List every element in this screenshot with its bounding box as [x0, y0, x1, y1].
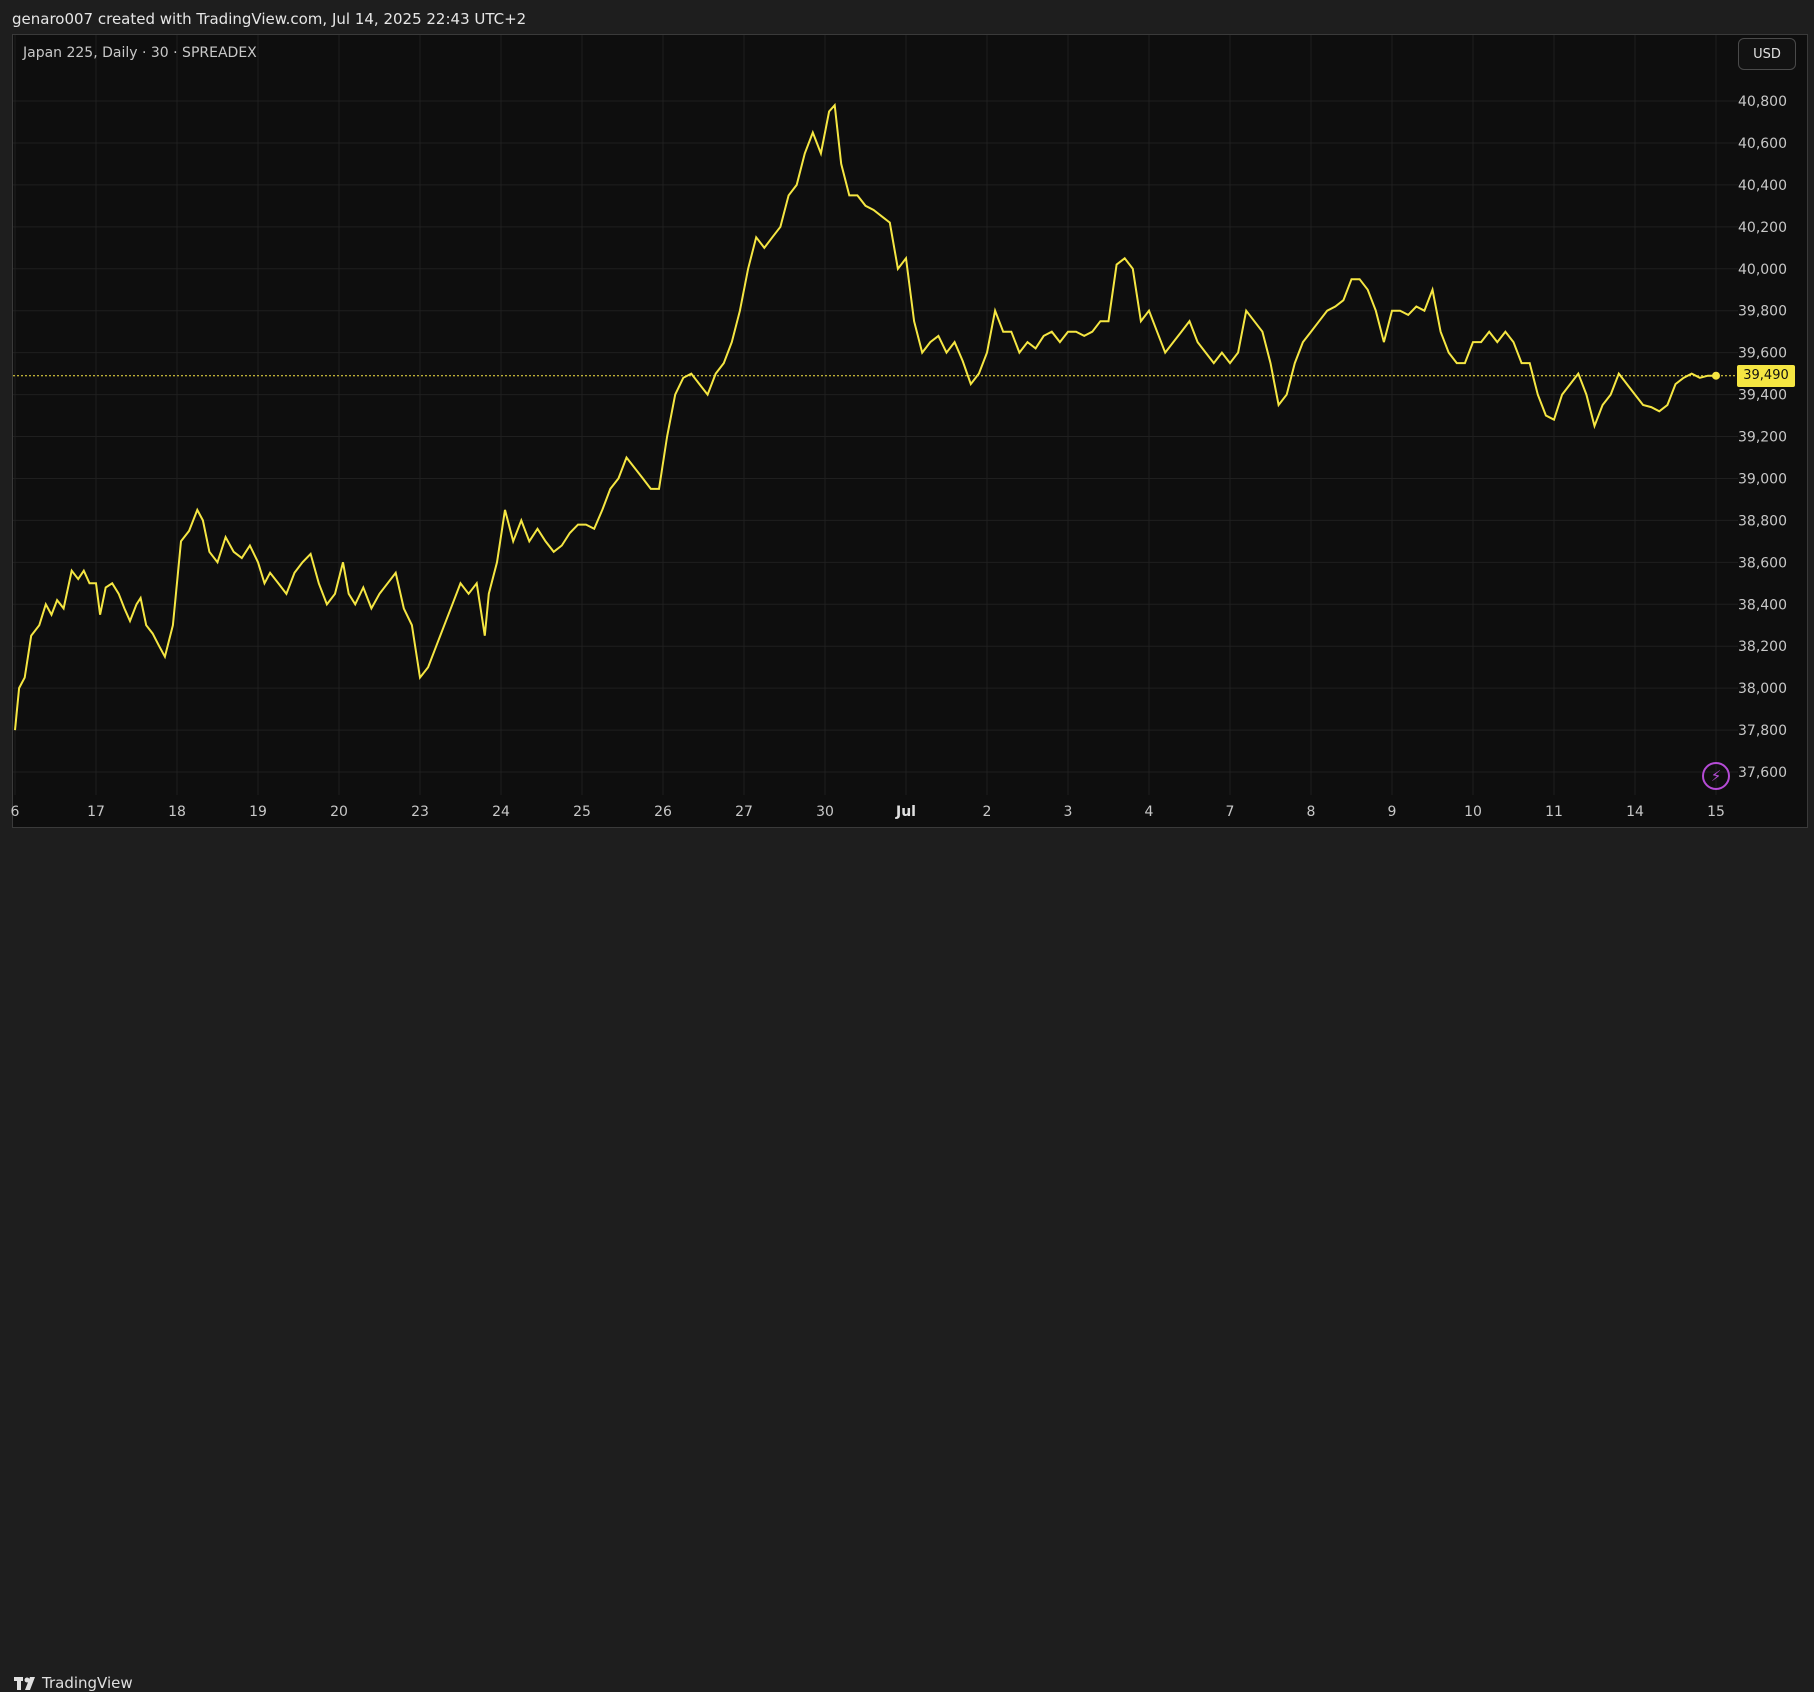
x-tick-label: 27	[735, 804, 753, 820]
price-chart[interactable]: 37,600 37,800 38,000 38,200 38,400 38,600 38,8…	[0, 0, 1814, 872]
y-tick-label: 40,400	[1738, 178, 1787, 194]
x-tick-label: 15	[1707, 804, 1725, 820]
x-tick-label: 2	[983, 804, 992, 820]
y-axis[interactable]: 37,600 37,800 38,000 38,200 38,400 38,600 38,8…	[1738, 94, 1787, 781]
footer: TradingView	[0, 832, 1814, 1692]
x-tick-label: 23	[411, 804, 429, 820]
x-tick-label: 19	[249, 804, 267, 820]
currency-button[interactable]: USD	[1738, 38, 1796, 70]
y-tick-label: 38,600	[1738, 555, 1787, 571]
y-tick-label: 39,200	[1738, 430, 1787, 446]
y-tick-label: 38,800	[1738, 513, 1787, 529]
price-series-line	[14, 102, 1716, 731]
x-tick-label: 24	[492, 804, 510, 820]
last-price-label: 39,490	[1737, 364, 1795, 387]
y-tick-label: 39,400	[1738, 388, 1787, 404]
x-tick-label: 25	[573, 804, 591, 820]
x-tick-label: 4	[1145, 804, 1154, 820]
x-tick-label: 14	[1626, 804, 1644, 820]
x-tick-label: 11	[1545, 804, 1563, 820]
y-tick-label: 37,600	[1738, 765, 1787, 781]
x-tick-label: 8	[1307, 804, 1316, 820]
y-tick-label: 40,800	[1738, 94, 1787, 110]
x-tick-label: 18	[168, 804, 186, 820]
tradingview-brand[interactable]: TradingView	[42, 1674, 133, 1692]
y-tick-label: 40,600	[1738, 136, 1787, 152]
y-tick-label: 38,400	[1738, 597, 1787, 613]
x-tick-label: 10	[1464, 804, 1482, 820]
y-tick-label: 40,200	[1738, 220, 1787, 236]
x-tick-label: 7	[1226, 804, 1235, 820]
x-tick-label: Jul	[895, 804, 916, 820]
grid-lines	[13, 35, 1738, 795]
tradingview-logo-icon	[14, 1677, 35, 1690]
lightning-bolt-icon[interactable]: ⚡	[1702, 762, 1730, 790]
x-tick-label: 30	[816, 804, 834, 820]
x-tick-label: 6	[11, 804, 20, 820]
x-tick-label: 3	[1064, 804, 1073, 820]
y-tick-label: 38,000	[1738, 681, 1787, 697]
y-tick-label: 38,200	[1738, 639, 1787, 655]
last-price-point	[1712, 371, 1720, 380]
y-tick-label: 40,000	[1738, 262, 1787, 278]
y-tick-label: 39,800	[1738, 304, 1787, 320]
x-tick-label: 9	[1388, 804, 1397, 820]
x-axis[interactable]: 6 17 18 19 20 23 24 25 26 27 30 Jul 2 3 4 7 8 9 10 11 14 15	[11, 804, 1725, 820]
y-tick-label: 39,000	[1738, 471, 1787, 487]
x-tick-label: 20	[330, 804, 348, 820]
symbol-info[interactable]: Japan 225, Daily · 30 · SPREADEX	[23, 45, 257, 61]
y-tick-label: 39,600	[1738, 346, 1787, 362]
y-tick-label: 37,800	[1738, 723, 1787, 739]
x-tick-label: 17	[87, 804, 105, 820]
x-tick-label: 26	[654, 804, 672, 820]
